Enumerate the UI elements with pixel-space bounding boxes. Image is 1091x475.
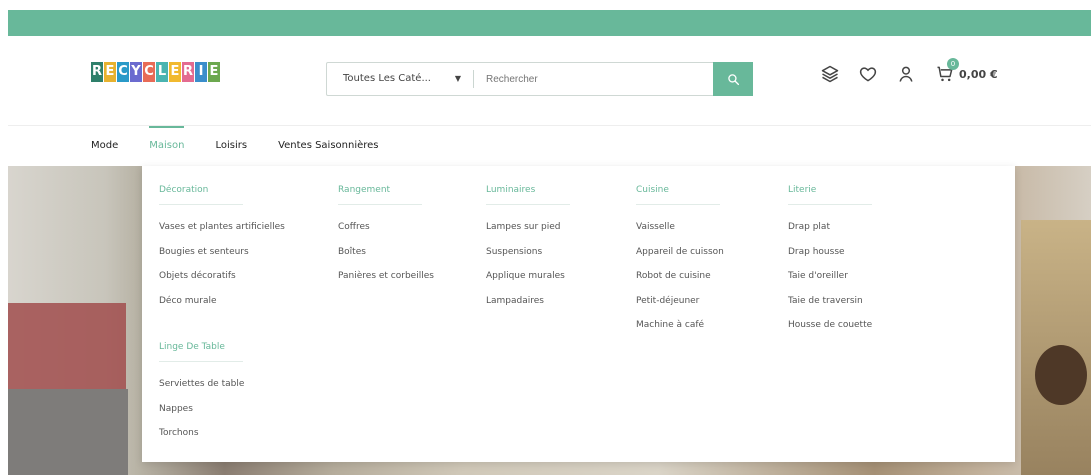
menu-link[interactable]: Drap plat <box>788 215 872 240</box>
menu-link[interactable]: Lampadaires <box>486 289 570 314</box>
top-bar <box>8 10 1091 36</box>
hero-image-detail <box>8 303 126 389</box>
logo-letter: E <box>169 62 181 82</box>
menu-link[interactable]: Machine à café <box>636 313 724 338</box>
divider <box>473 70 474 88</box>
logo-letter: C <box>117 62 129 82</box>
menu-column-title[interactable]: Linge De Table <box>159 341 243 362</box>
menu-link[interactable]: Panières et corbeilles <box>338 264 434 289</box>
menu-link[interactable]: Lampes sur pied <box>486 215 570 240</box>
menu-link[interactable]: Housse de couette <box>788 313 872 338</box>
menu-column: Literie Drap plat Drap housse Taie d'ore… <box>788 184 872 338</box>
page: RECYCLERIE Toutes Les Caté... ▼ 0 0,00 € <box>0 0 1091 475</box>
menu-link[interactable]: Applique murales <box>486 264 570 289</box>
main-nav: Mode Maison Loisirs Ventes Saisonnières <box>91 125 379 154</box>
category-select-value: Toutes Les Caté... <box>343 73 431 84</box>
menu-link[interactable]: Serviettes de table <box>159 372 244 397</box>
logo-letter: Y <box>130 62 142 82</box>
cart-count-badge: 0 <box>947 58 959 70</box>
menu-link[interactable]: Taie de traversin <box>788 289 872 314</box>
menu-link[interactable]: Vases et plantes artificielles <box>159 215 285 240</box>
heart-icon[interactable] <box>858 64 878 84</box>
hero-image-detail <box>1035 345 1087 405</box>
menu-link[interactable]: Objets décoratifs <box>159 264 285 289</box>
logo-letter: R <box>182 62 194 82</box>
logo-letter: R <box>91 62 103 82</box>
menu-column-title[interactable]: Décoration <box>159 184 243 205</box>
search-input[interactable] <box>486 68 706 90</box>
nav-item-loisirs[interactable]: Loisirs <box>215 140 247 151</box>
menu-column: Cuisine Vaisselle Appareil de cuisson Ro… <box>636 184 724 338</box>
menu-link[interactable]: Robot de cuisine <box>636 264 724 289</box>
search-bar: Toutes Les Caté... ▼ <box>326 62 753 96</box>
menu-link[interactable]: Drap housse <box>788 240 872 265</box>
menu-column: Linge De Table Serviettes de table Nappe… <box>159 341 244 446</box>
menu-link[interactable]: Vaisselle <box>636 215 724 240</box>
menu-link[interactable]: Déco murale <box>159 289 285 314</box>
menu-link[interactable]: Petit-déjeuner <box>636 289 724 314</box>
category-select[interactable]: Toutes Les Caté... ▼ <box>327 63 473 95</box>
nav-item-ventes-saisonnieres[interactable]: Ventes Saisonnières <box>278 140 378 151</box>
logo-letter: E <box>104 62 116 82</box>
menu-column-title[interactable]: Rangement <box>338 184 422 205</box>
user-icon[interactable] <box>896 64 916 84</box>
search-button[interactable] <box>713 62 753 96</box>
menu-column-title[interactable]: Luminaires <box>486 184 570 205</box>
logo-letter: L <box>156 62 168 82</box>
nav-item-maison[interactable]: Maison <box>149 125 185 151</box>
menu-link[interactable]: Boîtes <box>338 240 434 265</box>
menu-link[interactable]: Bougies et senteurs <box>159 240 285 265</box>
menu-column: Décoration Vases et plantes artificielle… <box>159 184 285 313</box>
menu-column: Rangement Coffres Boîtes Panières et cor… <box>338 184 434 289</box>
header-actions: 0 0,00 € <box>820 58 998 84</box>
menu-link[interactable]: Suspensions <box>486 240 570 265</box>
menu-column: Luminaires Lampes sur pied Suspensions A… <box>486 184 570 313</box>
logo-letter: E <box>208 62 220 82</box>
menu-column-title[interactable]: Literie <box>788 184 872 205</box>
menu-link[interactable]: Coffres <box>338 215 434 240</box>
logo-letter: I <box>195 62 207 82</box>
logo[interactable]: RECYCLERIE <box>91 62 220 88</box>
hero-image-detail <box>8 389 128 475</box>
layers-icon[interactable] <box>820 64 840 84</box>
logo-letter: C <box>143 62 155 82</box>
search-icon <box>727 73 739 85</box>
menu-link[interactable]: Appareil de cuisson <box>636 240 724 265</box>
site-header: RECYCLERIE Toutes Les Caté... ▼ 0 0,00 € <box>8 36 1091 126</box>
menu-link[interactable]: Nappes <box>159 397 244 422</box>
menu-column-title[interactable]: Cuisine <box>636 184 720 205</box>
cart-total: 0,00 € <box>959 67 998 81</box>
chevron-down-icon: ▼ <box>454 74 461 83</box>
menu-link[interactable]: Taie d'oreiller <box>788 264 872 289</box>
mega-menu: Décoration Vases et plantes artificielle… <box>142 166 1015 462</box>
menu-link[interactable]: Torchons <box>159 421 244 446</box>
cart-button[interactable]: 0 0,00 € <box>934 58 998 84</box>
nav-item-mode[interactable]: Mode <box>91 140 118 151</box>
